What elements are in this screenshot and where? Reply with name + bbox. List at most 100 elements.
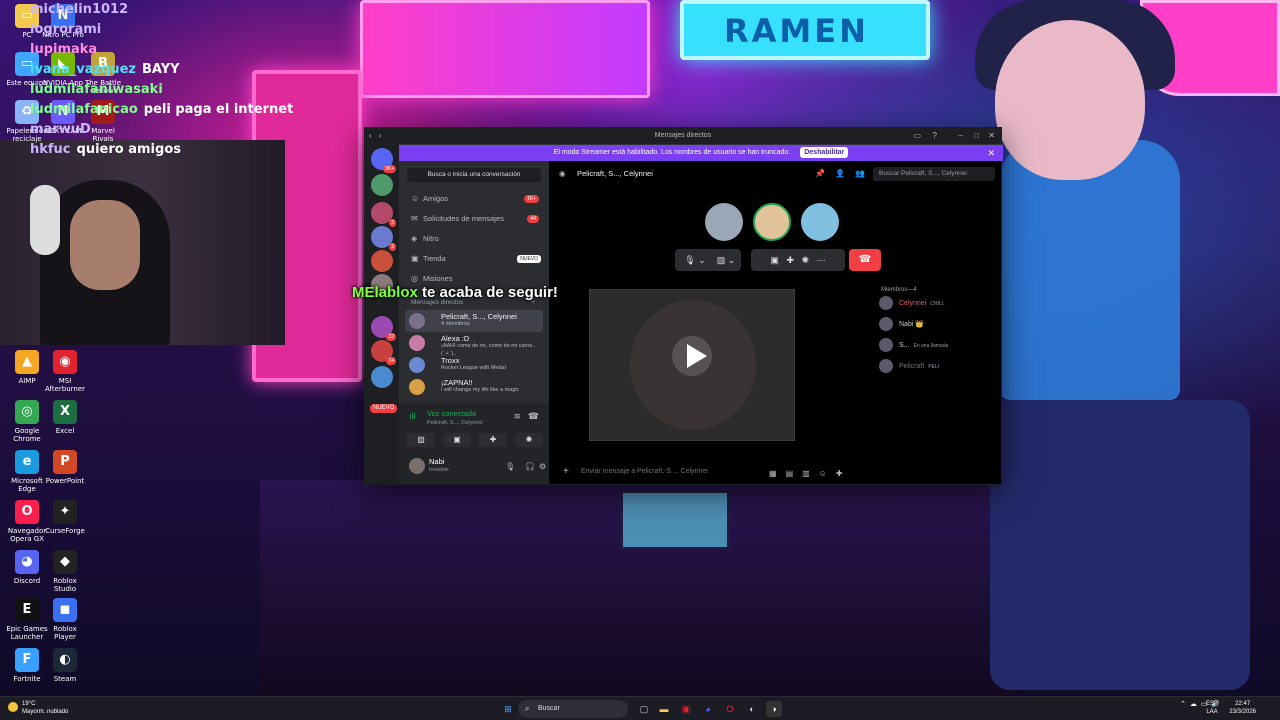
dm-item[interactable]: Troxx Rocket League with Medal	[405, 354, 543, 376]
app-icon: O	[15, 500, 39, 524]
steam-taskbar-icon[interactable]: ◑	[766, 701, 782, 717]
video-button[interactable]: ▨ ⌄	[711, 249, 741, 271]
screen-share-icon[interactable]: ▣	[770, 255, 779, 265]
desktop-icon-label: CurseForge	[45, 527, 85, 535]
members-icon[interactable]: 👥	[855, 161, 865, 187]
member-item[interactable]: Celynnei CHILL	[877, 293, 1001, 314]
soundboard-icon[interactable]: ✺	[515, 433, 543, 447]
emoji-icon[interactable]: ☺	[819, 469, 836, 478]
channel-search-input[interactable]: Buscar Pelicraft, S..., Celynnei	[873, 167, 995, 181]
member-item[interactable]: Nabi 👑	[877, 314, 1001, 335]
activities-icon[interactable]: ✚	[786, 255, 794, 265]
desktop-icon[interactable]: X Excel	[42, 400, 88, 435]
soundboard-icon[interactable]: ✺	[802, 255, 810, 265]
avatar[interactable]	[409, 458, 425, 474]
gif-icon[interactable]: ▤	[786, 469, 803, 478]
settings-icon[interactable]: ⚙	[539, 462, 546, 471]
member-item[interactable]: Pelicraft PELI	[877, 356, 1001, 377]
disconnect-icon[interactable]: ☎	[528, 411, 539, 422]
disable-streamer-button[interactable]: Deshabilitar	[800, 147, 849, 158]
desktop-icon[interactable]: ◆ Roblox Studio	[42, 550, 88, 593]
desktop-icon[interactable]: ✦ CurseForge	[42, 500, 88, 535]
server-icon[interactable]: 22	[371, 316, 396, 341]
taskbar-search[interactable]: ⌕ Buscar	[518, 700, 628, 718]
obs-taskbar-icon[interactable]: ◐	[744, 701, 760, 717]
voice-channel[interactable]: Pelicraft, S..., Celynnei	[427, 420, 483, 426]
chat-username: hkfuc	[30, 142, 71, 157]
gift-icon[interactable]: ▦	[769, 469, 786, 478]
character-head	[995, 20, 1145, 180]
play-icon[interactable]	[687, 344, 707, 368]
dm-item[interactable]: Alexa :D ¡AAH! come de mi, come de mi car…	[405, 332, 543, 357]
apps-icon[interactable]: ✚	[836, 469, 852, 478]
desktop-icon[interactable]: ◐ Steam	[42, 648, 88, 683]
forward-icon[interactable]: ›	[379, 128, 382, 144]
server-icon[interactable]	[371, 366, 393, 388]
activities-icon[interactable]: ✚	[479, 433, 507, 447]
channel-title: Pelicraft, S..., Celynnei	[577, 169, 653, 178]
start-icon[interactable]: ⊞	[500, 701, 516, 717]
app-icon: ◎	[15, 400, 39, 424]
banner-close-icon[interactable]: ✕	[987, 145, 995, 161]
dm-item[interactable]: ¡ZAPNA!! I will change my life like a mag…	[405, 376, 543, 398]
call-participant-avatar[interactable]	[705, 203, 743, 241]
noise-suppression-icon[interactable]: ≋	[513, 411, 521, 422]
screen-share-icon[interactable]: ▣	[443, 433, 471, 447]
mute-button[interactable]: 🎙 ⌄	[675, 249, 715, 271]
maximize-icon[interactable]: □	[974, 128, 979, 144]
help-icon[interactable]: ?	[933, 128, 937, 144]
avatar	[409, 335, 425, 351]
more-icon[interactable]: ⋯	[817, 255, 826, 265]
headphones-icon[interactable]: 🎧	[525, 462, 535, 471]
microphone-icon[interactable]: 🎙	[505, 462, 515, 471]
minimize-icon[interactable]: –	[959, 128, 963, 144]
server-icon[interactable]: 9K+	[371, 148, 396, 173]
member-item[interactable]: S... En una llamada	[877, 335, 1001, 356]
add-friend-icon[interactable]: 👤	[835, 161, 845, 187]
nav-item-solicitudes-de-mensajes[interactable]: ✉ Solicitudes de mensajes 44	[399, 209, 549, 229]
stream-preview[interactable]	[589, 289, 795, 441]
server-icon[interactable]: 24	[371, 340, 396, 365]
nav-item-tienda[interactable]: ▣ Tienda NUEVO	[399, 249, 549, 269]
dm-search-input[interactable]: Busca o inicia una conversación	[407, 168, 541, 182]
hang-up-button[interactable]: ☎	[849, 249, 881, 271]
call-participant-avatar[interactable]	[801, 203, 839, 241]
weather-widget[interactable]: 19°C Mayorm. nublado	[8, 700, 68, 716]
camera-off-icon[interactable]: ▨	[407, 433, 435, 447]
server-badge: 9K+	[382, 165, 396, 173]
desktop-icon[interactable]: ◉ MSI Afterburner	[42, 350, 88, 393]
avatar	[879, 338, 893, 352]
weather-temp: 19°C	[22, 701, 36, 707]
clock[interactable]: 22:47 23/3/2026	[1229, 700, 1256, 716]
call-participant-avatar[interactable]	[753, 203, 791, 241]
back-icon[interactable]: ‹	[369, 128, 372, 144]
task-view-icon[interactable]: ▢	[636, 701, 652, 717]
server-icon[interactable]: 3	[371, 202, 396, 227]
nav-item-nitro[interactable]: ◈ Nitro	[399, 229, 549, 249]
close-icon[interactable]: ✕	[988, 128, 995, 144]
discord-taskbar-icon[interactable]: ◕	[700, 701, 716, 717]
server-icon[interactable]: 2	[371, 226, 396, 251]
server-icon[interactable]	[371, 174, 393, 196]
app-icon: X	[53, 400, 77, 424]
desktop-icon[interactable]: P PowerPoint	[42, 450, 88, 485]
desktop-icon[interactable]: ◼ Roblox Player	[42, 598, 88, 641]
server-icon[interactable]	[371, 250, 393, 272]
avatar	[879, 296, 893, 310]
language-indicator[interactable]: ESP LAA	[1206, 700, 1218, 716]
chat-message: ivana_vazquez BAYY	[30, 60, 280, 80]
taskbar: 19°C Mayorm. nublado ⊞ ⌕ Buscar ▢ ▬ ▣ ◕ …	[0, 696, 1280, 720]
user-panel[interactable]: Nabi Invisible 🎙 🎧 ⚙	[399, 450, 549, 484]
discord-window[interactable]: Mensajes directos ‹ › ▭ ? – □ ✕ El modo …	[364, 127, 1003, 485]
chat-username: ludmilafaniwasaki	[30, 82, 163, 97]
attach-icon[interactable]: +	[563, 462, 569, 482]
dm-item[interactable]: Pelicraft, S..., Celynnei 4 miembros	[405, 310, 543, 332]
store-icon[interactable]: ▣	[678, 701, 694, 717]
sticker-icon[interactable]: ▥	[802, 469, 819, 478]
inbox-icon[interactable]: ▭	[913, 128, 921, 144]
file-explorer-icon[interactable]: ▬	[656, 701, 672, 717]
pin-icon[interactable]: 📌	[815, 161, 825, 187]
window-titlebar[interactable]: Mensajes directos ‹ › ▭ ? – □ ✕	[365, 128, 1001, 144]
nav-item-amigos[interactable]: ☺ Amigos 1K+	[399, 189, 549, 209]
opera-taskbar-icon[interactable]: O	[722, 701, 738, 717]
